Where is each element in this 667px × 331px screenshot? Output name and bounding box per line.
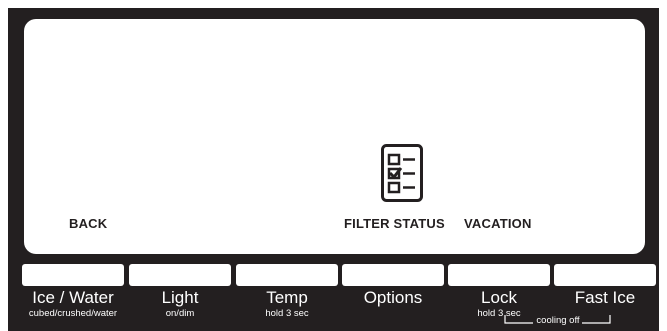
filter-status-label[interactable]: FILTER STATUS [344,216,445,231]
light-label: Light [161,288,199,307]
control-panel: BACK FILTER STATUS VACATION Ice / Water … [8,8,659,331]
fast-ice-label: Fast Ice [574,288,636,307]
display-screen: BACK FILTER STATUS VACATION [24,19,645,254]
ice-water-label: Ice / Water [32,288,114,307]
lock-button[interactable] [448,264,550,286]
cooling-off-label: cooling off [536,315,580,326]
ice-water-sublabel: cubed/crushed/water [28,308,118,319]
temp-label: Temp [266,288,308,307]
fast-ice-button[interactable] [554,264,656,286]
ice-water-button[interactable] [22,264,124,286]
cooling-off-bracket: cooling off [503,314,613,328]
lock-label: Lock [481,288,517,307]
back-label[interactable]: BACK [69,216,107,231]
vacation-label[interactable]: VACATION [464,216,532,231]
temp-sublabel: hold 3 sec [265,308,309,319]
checklist-icon [381,144,423,202]
light-button[interactable] [129,264,231,286]
options-button[interactable] [342,264,444,286]
options-label: Options [363,288,423,307]
light-sublabel: on/dim [165,308,195,319]
temp-button[interactable] [236,264,338,286]
